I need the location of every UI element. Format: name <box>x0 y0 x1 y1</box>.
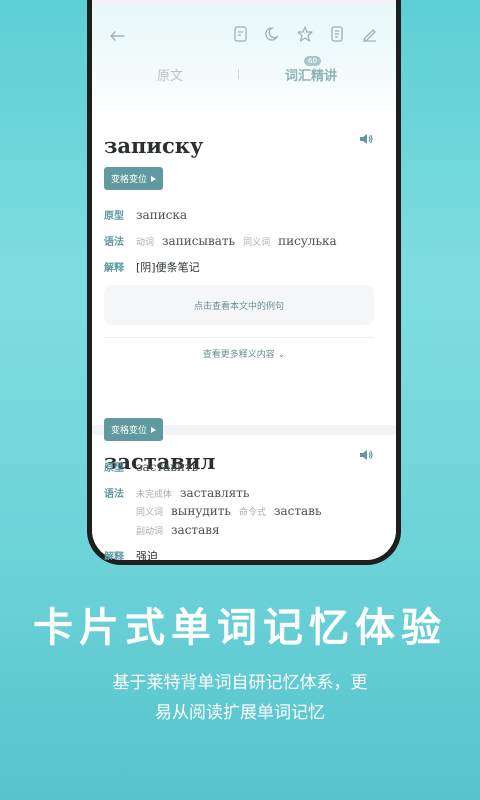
row-label: 解释 <box>104 263 124 274</box>
row-label: 原型 <box>104 463 124 474</box>
grammar-tag: 副动词 <box>136 527 164 537</box>
grammar-word[interactable]: записывать <box>162 234 235 248</box>
row-label: 语法 <box>104 237 124 248</box>
nav-row <box>104 25 384 49</box>
back-arrow-icon[interactable] <box>108 27 126 45</box>
night-mode-icon[interactable] <box>264 25 282 43</box>
row-label: 原型 <box>104 211 124 222</box>
conjugation-button[interactable]: 变格变位 <box>104 167 164 190</box>
more-definitions-link[interactable]: 查看更多释义内容 ⌄ <box>92 347 396 360</box>
more-definitions-label: 查看更多释义内容 <box>202 350 275 360</box>
row-label: 解释 <box>104 552 124 560</box>
prototype-value: заставить <box>136 460 199 474</box>
document-icon[interactable] <box>328 25 346 43</box>
divider <box>104 337 374 338</box>
prototype-row: 原型 заставить <box>104 459 198 474</box>
second-card-content: 变格变位 原型 заставить 语法 未完成体 заставлять 同义词… <box>92 415 396 560</box>
grammar-tag: 命令式 <box>238 508 266 518</box>
prototype-row: 原型 записка <box>104 207 187 222</box>
grammar-row: 副动词 заставя <box>104 523 220 537</box>
word-card: записку 变格变位 原型 записка 语法 动词 записывать… <box>92 115 396 425</box>
definition-value: [阴]便条笔记 <box>136 261 200 274</box>
grammar-row: 语法 未完成体 заставлять <box>104 485 249 500</box>
conjugation-button-label: 变格变位 <box>111 175 148 185</box>
grammar-tag: 同义词 <box>243 238 271 248</box>
star-icon[interactable] <box>296 25 314 43</box>
grammar-tag: 动词 <box>136 238 155 248</box>
grammar-row: 同义词 вынудить 命令式 заставь <box>104 504 321 518</box>
pen-icon[interactable] <box>360 25 378 43</box>
toolbar-icons <box>232 25 378 43</box>
edit-note-icon[interactable] <box>232 25 250 43</box>
tab-divider <box>238 69 239 79</box>
tab-bar: 原文 词汇精讲 60 <box>92 56 396 89</box>
tab-vocabulary[interactable]: 词汇精讲 <box>285 65 337 84</box>
promo-subtitle-line: 基于莱特背单词自研记忆体系，更 <box>112 673 368 693</box>
definition-row: 解释 强迫 <box>104 548 158 560</box>
prototype-value: записка <box>136 208 188 222</box>
word-title: записку <box>104 133 204 158</box>
definition-row: 解释 [阴]便条笔记 <box>104 259 200 275</box>
grammar-word[interactable]: вынудить <box>171 504 231 518</box>
chevron-down-icon: ⌄ <box>277 350 286 360</box>
promo-headline: 卡片式单词记忆体验 <box>33 605 447 651</box>
grammar-tag: 未完成体 <box>136 490 173 500</box>
conjugation-button-label: 变格变位 <box>111 426 148 436</box>
conjugation-button[interactable]: 变格变位 <box>104 418 164 441</box>
grammar-word[interactable]: заставя <box>171 523 220 537</box>
tab-original[interactable]: 原文 <box>157 65 183 84</box>
promo-subtitle-line: 易从阅读扩展单词记忆 <box>155 703 325 723</box>
grammar-word[interactable]: заставлять <box>180 486 249 500</box>
grammar-word[interactable]: писулька <box>278 234 337 248</box>
speaker-icon[interactable] <box>358 131 374 147</box>
vocabulary-count-badge: 60 <box>304 56 321 66</box>
top-bar: 原文 词汇精讲 60 <box>92 5 396 115</box>
grammar-tag: 同义词 <box>136 508 164 518</box>
row-label: 语法 <box>104 489 124 500</box>
view-examples-button[interactable]: 点击查看本文中的例句 <box>104 285 374 325</box>
play-triangle-icon <box>151 175 157 182</box>
definition-value: 强迫 <box>136 550 158 560</box>
play-triangle-icon <box>151 426 157 433</box>
promo-subtitle: 基于莱特背单词自研记忆体系，更 易从阅读扩展单词记忆 <box>60 668 420 728</box>
grammar-word[interactable]: заставь <box>274 504 322 518</box>
grammar-row: 语法 动词 записывать 同义词 писулька <box>104 233 337 248</box>
